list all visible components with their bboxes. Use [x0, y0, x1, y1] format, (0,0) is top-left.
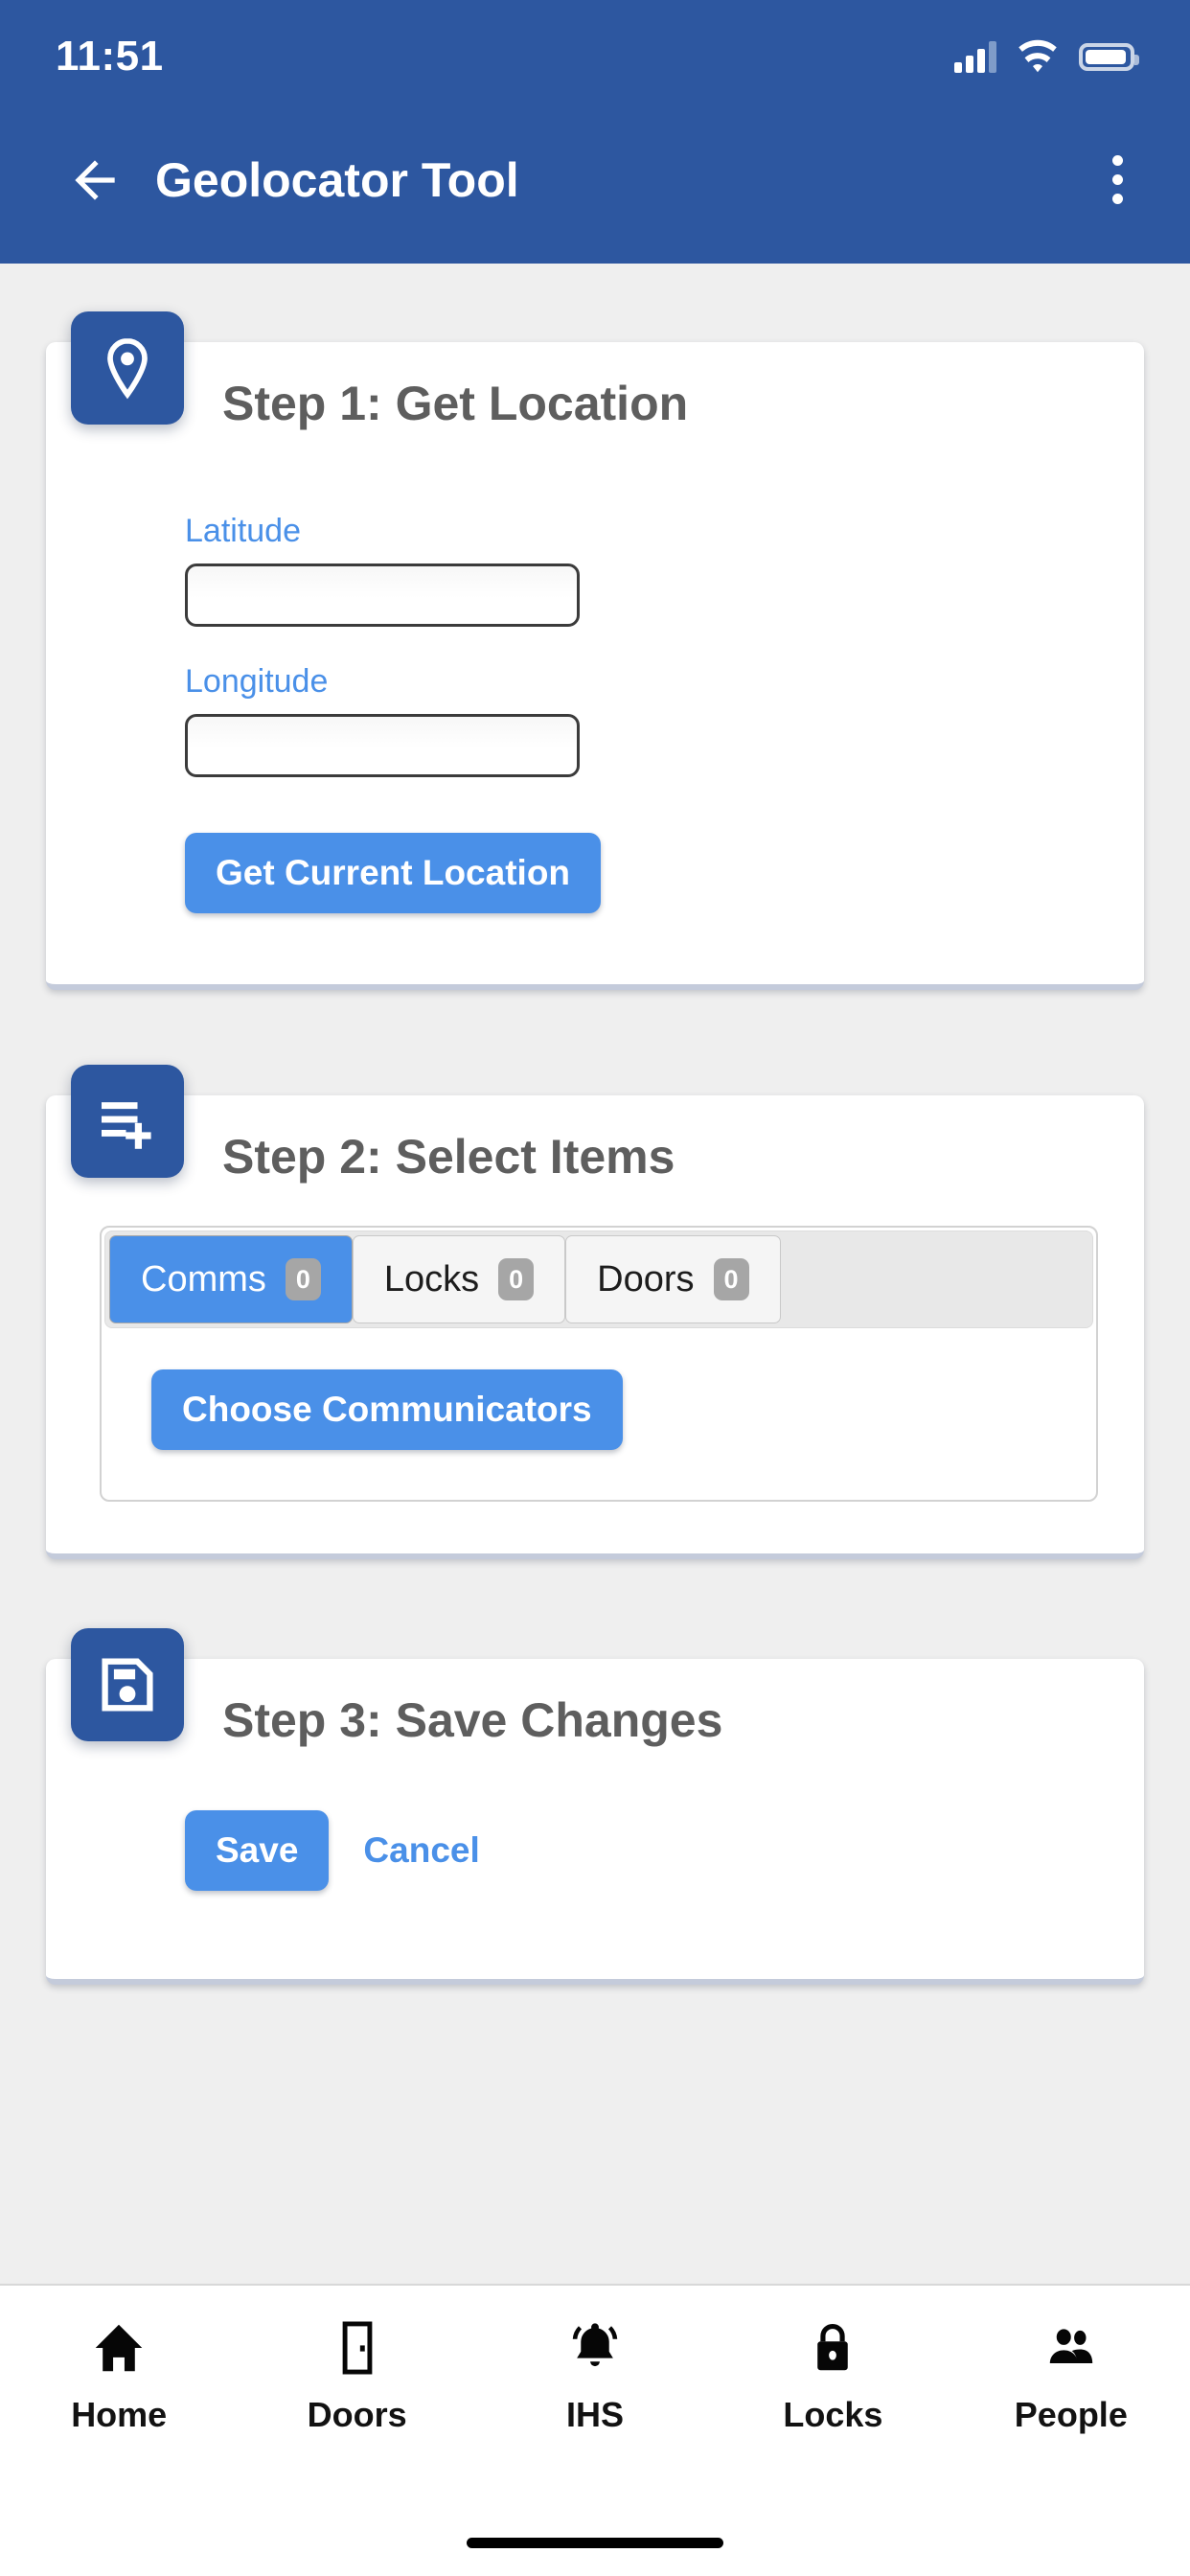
nav-item-doors[interactable]: Doors [238, 2318, 475, 2435]
step-3-card-wrapper: Step 3: Save Changes Save Cancel [46, 1628, 1144, 1985]
select-items-panel: Comms 0 Locks 0 Doors 0 Choose Communica… [100, 1226, 1098, 1502]
tab-comms[interactable]: Comms 0 [109, 1235, 353, 1323]
home-indicator [467, 2537, 723, 2548]
tab-locks-count: 0 [498, 1258, 535, 1300]
home-indicator-area [0, 2509, 1190, 2576]
lock-icon [817, 2323, 849, 2371]
step-3-card: Step 3: Save Changes Save Cancel [46, 1659, 1144, 1985]
home-icon [95, 2324, 143, 2372]
step-1-actions: Get Current Location [46, 833, 1144, 913]
step-1-card: Step 1: Get Location Latitude Longitude … [46, 342, 1144, 990]
battery-icon [1079, 42, 1139, 71]
app-screen: 11:51 Geolocator Tool Step 1: Get Locati… [0, 0, 1190, 2576]
step-3-body: Save Cancel [46, 1782, 1144, 1979]
tab-comms-count: 0 [285, 1258, 321, 1300]
cellular-signal-icon [954, 40, 996, 73]
step-1-header: Step 1: Get Location [46, 342, 1144, 465]
nav-item-ihs-label: IHS [566, 2395, 625, 2434]
more-vertical-icon[interactable] [1090, 150, 1144, 210]
longitude-input[interactable] [185, 714, 580, 777]
status-time: 11:51 [56, 33, 164, 80]
tab-locks-label: Locks [383, 1258, 480, 1300]
nav-item-people-label: People [1014, 2395, 1128, 2434]
tab-doors[interactable]: Doors 0 [565, 1235, 781, 1323]
choose-communicators-button[interactable]: Choose Communicators [151, 1369, 623, 1450]
status-icons [954, 34, 1139, 79]
app-bar: 11:51 Geolocator Tool [0, 0, 1190, 264]
location-pin-icon [71, 311, 184, 425]
wifi-icon [1018, 39, 1057, 73]
door-icon [342, 2321, 372, 2375]
step-1-body: Latitude Longitude Get Current Location [46, 465, 1144, 984]
nav-item-locks-label: Locks [783, 2395, 883, 2434]
nav-item-ihs[interactable]: IHS [476, 2318, 714, 2435]
step-2-card-wrapper: Step 2: Select Items Comms 0 Locks 0 Doo… [46, 1065, 1144, 1559]
status-bar: 11:51 [0, 0, 1190, 96]
latitude-label: Latitude [185, 513, 301, 549]
app-bar-row: Geolocator Tool [0, 96, 1190, 264]
longitude-label: Longitude [185, 663, 329, 700]
cancel-button[interactable]: Cancel [354, 1830, 489, 1871]
save-button[interactable]: Save [185, 1810, 330, 1891]
bottom-navigation: Home Doors IHS Locks People [0, 2284, 1190, 2509]
get-current-location-button[interactable]: Get Current Location [185, 833, 602, 913]
step-2-card: Step 2: Select Items Comms 0 Locks 0 Doo… [46, 1095, 1144, 1559]
step-2-body: Comms 0 Locks 0 Doors 0 Choose Communica… [46, 1218, 1144, 1553]
nav-item-people[interactable]: People [952, 2318, 1190, 2435]
step-1-card-wrapper: Step 1: Get Location Latitude Longitude … [46, 311, 1144, 990]
step-1-title: Step 1: Get Location [222, 377, 689, 430]
nav-item-locks[interactable]: Locks [714, 2318, 951, 2435]
step-2-header: Step 2: Select Items [46, 1095, 1144, 1218]
tab-panel-body: Choose Communicators [102, 1331, 1096, 1500]
nav-item-home-label: Home [71, 2395, 168, 2434]
bell-ring-icon [572, 2323, 618, 2367]
item-type-tabs: Comms 0 Locks 0 Doors 0 [104, 1230, 1093, 1328]
people-icon [1049, 2329, 1093, 2364]
step-3-actions: Save Cancel [46, 1810, 1144, 1891]
tab-doors-count: 0 [713, 1258, 749, 1300]
step-3-title: Step 3: Save Changes [222, 1693, 723, 1747]
tab-comms-label: Comms [141, 1258, 266, 1300]
step-3-header: Step 3: Save Changes [46, 1659, 1144, 1782]
nav-item-home[interactable]: Home [0, 2318, 238, 2435]
step-2-title: Step 2: Select Items [222, 1130, 675, 1184]
latitude-input[interactable] [185, 564, 580, 627]
save-disk-icon [71, 1628, 184, 1741]
page-title: Geolocator Tool [155, 152, 519, 207]
nav-item-doors-label: Doors [307, 2395, 407, 2434]
main-content: Step 1: Get Location Latitude Longitude … [0, 264, 1190, 2284]
tab-doors-label: Doors [597, 1258, 695, 1300]
back-arrow-icon[interactable] [65, 150, 125, 210]
tab-locks[interactable]: Locks 0 [352, 1235, 566, 1323]
playlist-add-icon [71, 1065, 184, 1178]
